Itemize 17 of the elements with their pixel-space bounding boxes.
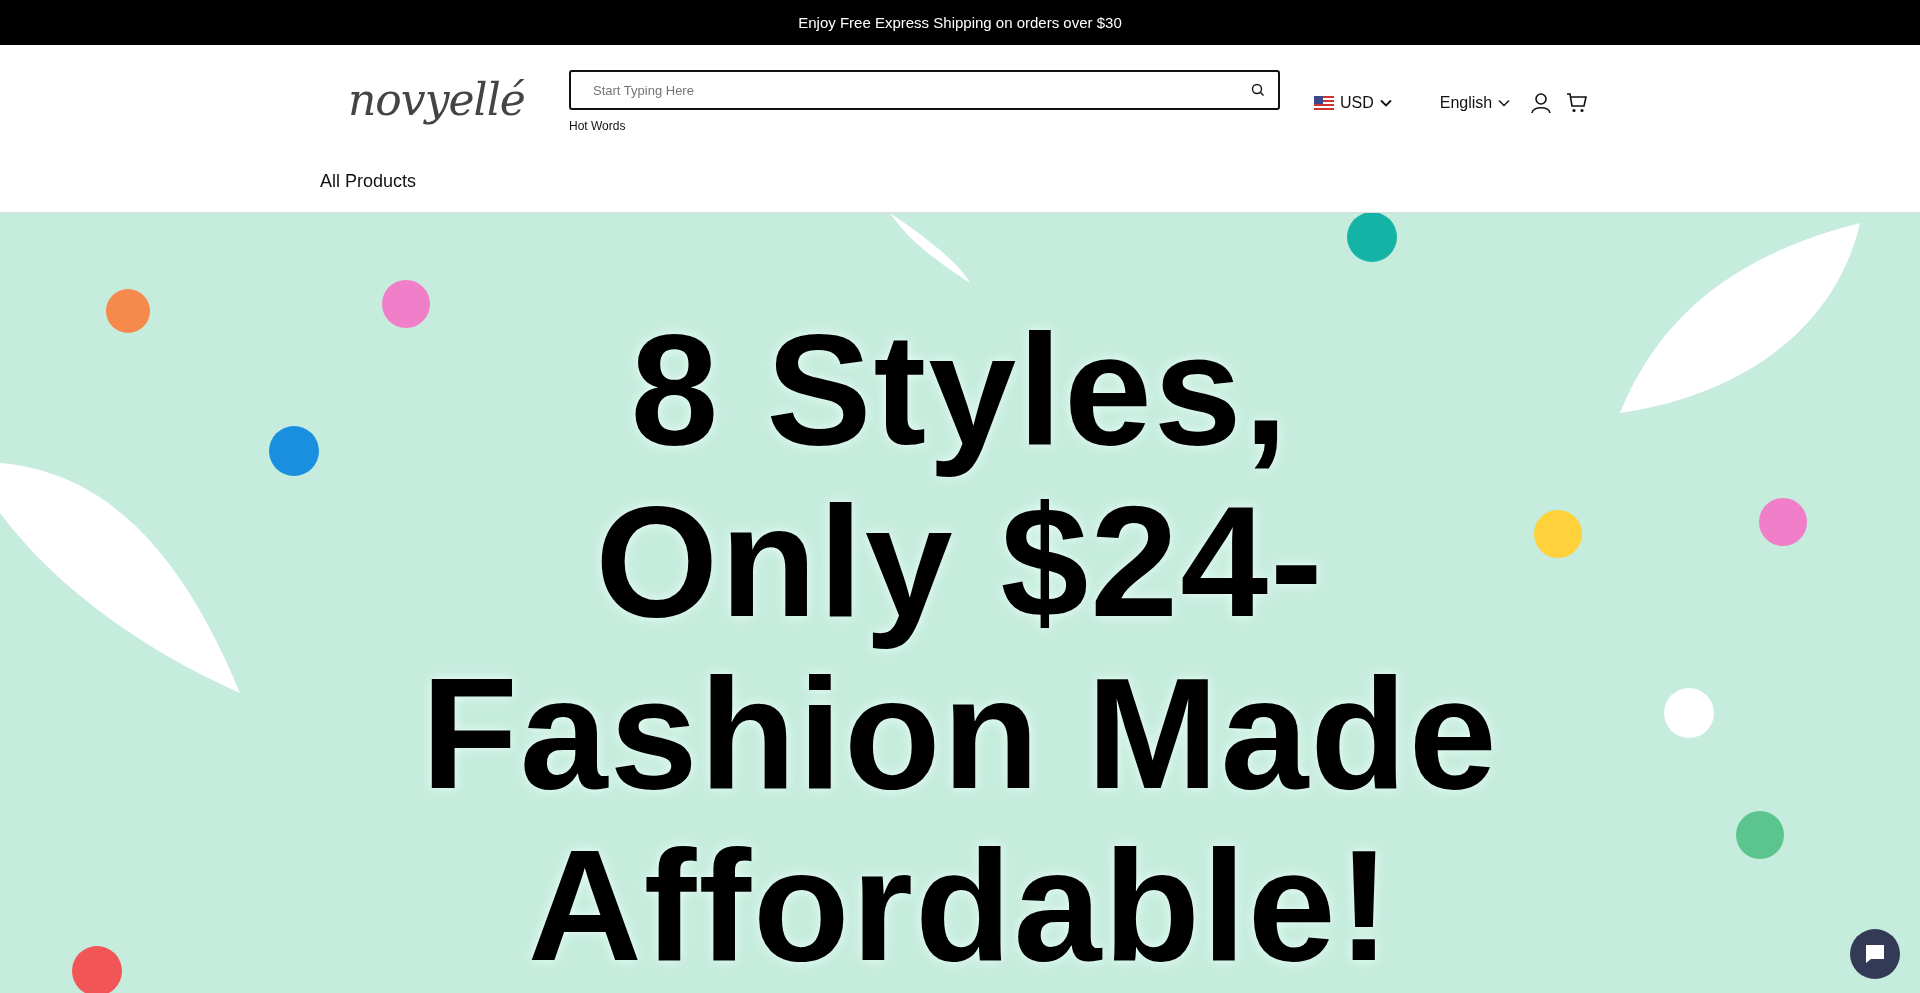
- account-icon[interactable]: [1530, 92, 1553, 114]
- announcement-text: Enjoy Free Express Shipping on orders over $30: [798, 14, 1122, 31]
- banner-headline: 8 Styles,: [630, 303, 1290, 475]
- logo[interactable]: novyellé: [348, 74, 569, 125]
- hot-words-label: Hot Words: [569, 119, 627, 133]
- nav-link[interactable]: All Products: [320, 171, 417, 191]
- currency-selector[interactable]: USD: [1314, 94, 1392, 112]
- chat-icon: [1863, 942, 1887, 966]
- chat-button[interactable]: [1850, 929, 1900, 979]
- banner-headline: Affordable!: [527, 819, 1393, 991]
- language-selector[interactable]: English: [1439, 94, 1511, 112]
- chevron-down-icon: [1379, 99, 1392, 107]
- cart-icon[interactable]: [1566, 92, 1589, 114]
- chevron-down-icon: [1498, 99, 1511, 107]
- search-icon[interactable]: [1251, 83, 1265, 97]
- flag-icon: [1314, 96, 1334, 110]
- search-field[interactable]: Start Typing Here: [569, 70, 1280, 110]
